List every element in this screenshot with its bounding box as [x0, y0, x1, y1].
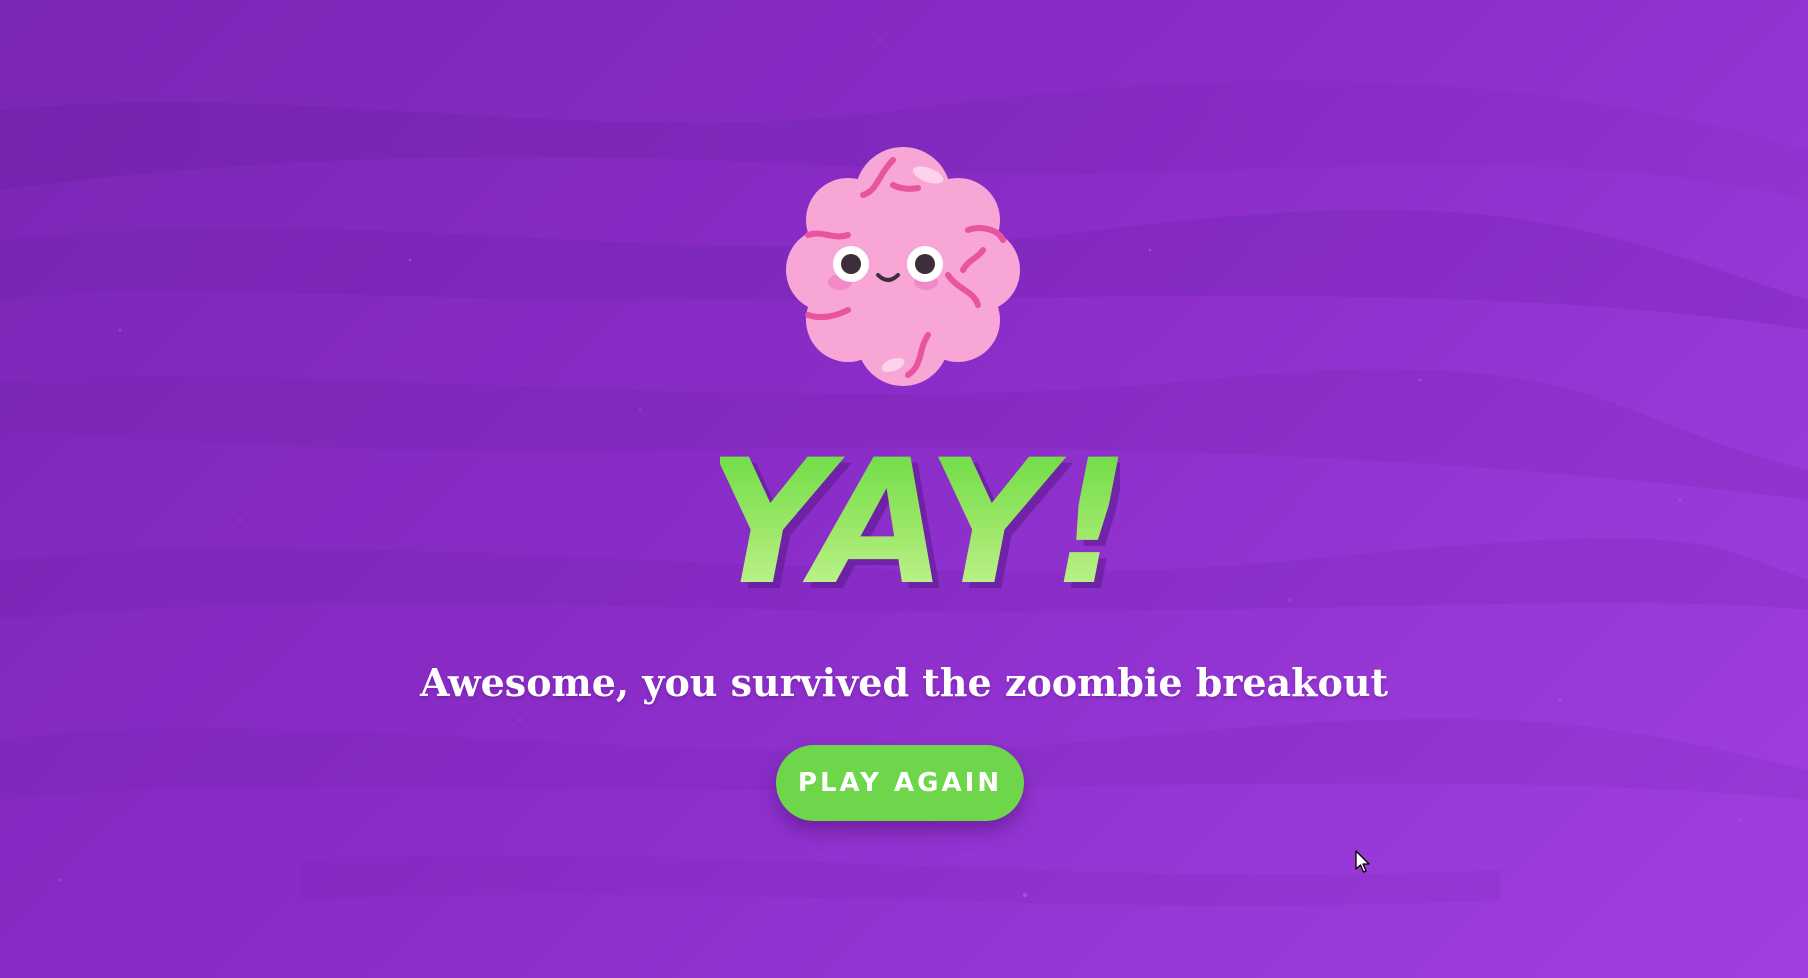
smiling-brain-icon [768, 140, 1038, 390]
win-screen: YAY! YAY! Awesome, you survived the zoom… [0, 0, 1808, 978]
mouse-cursor-icon [1355, 850, 1370, 873]
survived-message: Awesome, you survived the zoombie breako… [419, 660, 1389, 705]
headline: YAY! YAY! [706, 422, 1137, 629]
headline-text: YAY! [720, 440, 1120, 610]
play-again-button[interactable]: PLAY AGAIN [776, 745, 1024, 821]
